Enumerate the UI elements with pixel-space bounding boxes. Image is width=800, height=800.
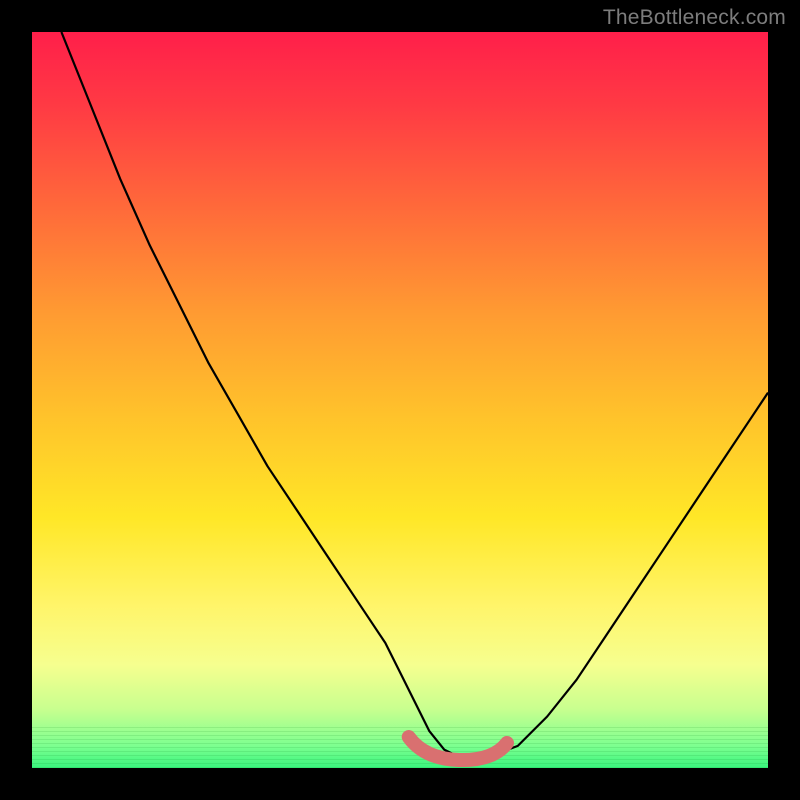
plot-area bbox=[32, 32, 768, 768]
bottleneck-curve bbox=[61, 32, 768, 759]
chart-frame: TheBottleneck.com bbox=[0, 0, 800, 800]
chart-svg bbox=[32, 32, 768, 768]
optimal-region-marker bbox=[409, 737, 507, 760]
watermark-text: TheBottleneck.com bbox=[603, 6, 786, 30]
